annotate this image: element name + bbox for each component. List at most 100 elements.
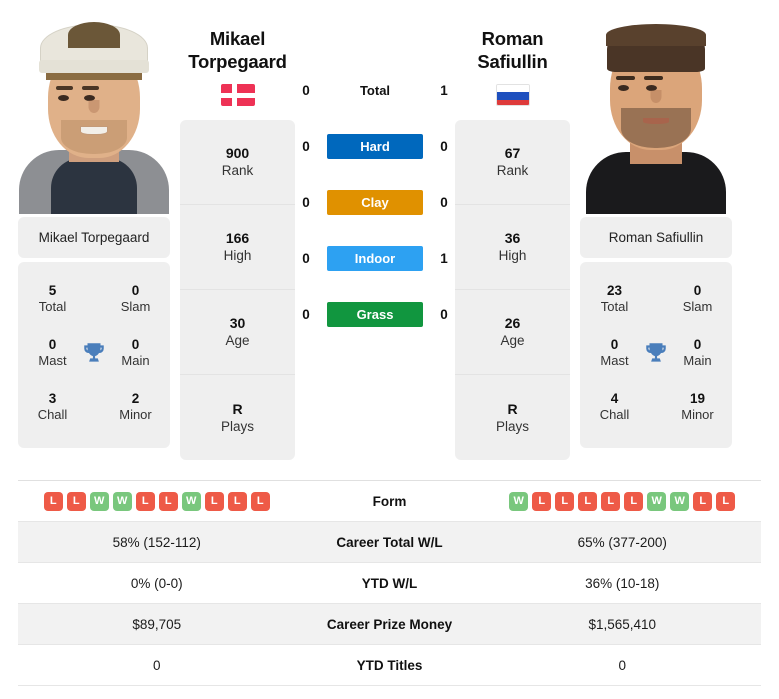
h2h-right-value: 1 xyxy=(440,250,448,266)
h2h-surface-label: Total xyxy=(359,82,391,98)
label: Main xyxy=(683,353,712,369)
h2h-left-value: 0 xyxy=(302,250,310,266)
h2h-surface-hard[interactable]: Hard xyxy=(327,133,423,159)
h2h-right-value: 0 xyxy=(440,194,448,210)
left-player-name-card[interactable]: Mikael Torpegaard xyxy=(18,217,170,258)
left-player-panel: Mikael Torpegaard 5 Total 0 Slam 0 Mast xyxy=(8,0,180,448)
right-rank-stat: 67 Rank xyxy=(455,120,570,206)
right-titles-total: 23 Total xyxy=(586,282,643,316)
form-badge-loss: L xyxy=(250,491,270,511)
form-badge-win: W xyxy=(509,491,529,511)
value: 26 xyxy=(504,315,521,332)
form-badge-win: W xyxy=(112,491,132,511)
label: Plays xyxy=(495,418,529,434)
h2h-row: 0 Grass 0 xyxy=(295,286,455,342)
value: 0 xyxy=(48,337,57,353)
label: Chall xyxy=(599,407,630,423)
row-label: YTD Titles xyxy=(356,657,423,673)
label: Rank xyxy=(496,163,529,179)
right-player-name-card[interactable]: Roman Safiullin xyxy=(580,217,732,258)
h2h-row: 0 Total 1 xyxy=(295,62,455,118)
head-to-head-bars: 0 Total 1 0 Hard 0 0 Clay 0 0 Indoor 1 0 xyxy=(295,0,455,342)
value: 36 xyxy=(504,230,521,247)
label: Rank xyxy=(221,163,254,179)
value: 900 xyxy=(225,145,250,162)
portrait-illustration xyxy=(18,0,170,214)
form-badge-win: W xyxy=(670,491,690,511)
left-value: 58% (152-112) xyxy=(112,534,201,550)
right-value: 36% (10-18) xyxy=(585,575,660,591)
left-last-name: Torpegaard xyxy=(188,50,287,72)
form-badge-win: W xyxy=(181,491,201,511)
value: R xyxy=(232,400,243,417)
label: Mast xyxy=(600,353,629,369)
form-badge-loss: L xyxy=(66,491,86,511)
right-titles-slam: 0 Slam xyxy=(669,282,726,316)
right-plays-stat: R Plays xyxy=(455,375,570,460)
left-titles-card: 5 Total 0 Slam 0 Mast 0 Main 3 Chall 2 M… xyxy=(18,262,170,448)
right-player-photo xyxy=(580,0,732,214)
left-stat-box: 900 Rank 166 High 30 Age R Plays xyxy=(180,120,295,461)
player-comparison-page: Mikael Torpegaard 5 Total 0 Slam 0 Mast xyxy=(0,0,779,699)
label: High xyxy=(498,248,527,264)
right-age-stat: 26 Age xyxy=(455,290,570,376)
label: Main xyxy=(121,353,150,369)
left-titles-total: 5 Total xyxy=(24,282,81,316)
h2h-right-value: 0 xyxy=(440,306,448,322)
value: 4 xyxy=(610,391,619,407)
left-form-strip: LLWWLLWLLL xyxy=(43,491,270,511)
denmark-flag-icon xyxy=(220,84,255,107)
label: High xyxy=(223,248,252,264)
left-plays-stat: R Plays xyxy=(180,375,295,460)
table-row: $89,705 Career Prize Money $1,565,410 xyxy=(18,604,761,645)
row-label: Career Prize Money xyxy=(326,616,453,632)
h2h-surface-clay[interactable]: Clay xyxy=(327,189,423,215)
left-titles-minor: 2 Minor xyxy=(107,390,164,424)
trophy-icon xyxy=(81,340,107,366)
value: 0 xyxy=(693,283,702,299)
right-last-name: Safiullin xyxy=(477,50,548,72)
h2h-surface-grass[interactable]: Grass xyxy=(327,301,423,327)
left-name-block: Mikael Torpegaard xyxy=(180,0,295,107)
value: 23 xyxy=(606,283,623,299)
right-titles-minor: 19 Minor xyxy=(669,390,726,424)
left-titles-main: 0 Main xyxy=(107,336,164,370)
left-stat-column: Mikael Torpegaard 900 Rank 166 High 30 A… xyxy=(180,0,295,461)
value: 0 xyxy=(610,337,619,353)
form-badge-loss: L xyxy=(135,491,155,511)
value: R xyxy=(507,400,518,417)
right-titles-card: 23 Total 0 Slam 0 Mast 0 Main 4 Chall 19… xyxy=(580,262,732,448)
label: Total xyxy=(38,299,67,315)
row-label: Career Total W/L xyxy=(336,534,443,550)
h2h-left-value: 0 xyxy=(302,306,310,322)
form-badge-loss: L xyxy=(716,491,736,511)
right-stat-box: 67 Rank 36 High 26 Age R Plays xyxy=(455,120,570,461)
label: Slam xyxy=(120,299,151,315)
form-badge-loss: L xyxy=(578,491,598,511)
left-player-name: Mikael Torpegaard xyxy=(38,230,150,245)
value: 67 xyxy=(504,145,521,162)
comparison-stats-table: LLWWLLWLLL Form WLLLLLWWLL 58% (152-112)… xyxy=(18,480,761,686)
table-row: 58% (152-112) Career Total W/L 65% (377-… xyxy=(18,522,761,563)
h2h-row: 0 Hard 0 xyxy=(295,118,455,174)
label: Chall xyxy=(37,407,68,423)
right-value: 0 xyxy=(618,657,626,673)
label: Minor xyxy=(681,407,714,423)
comparison-header: Mikael Torpegaard 5 Total 0 Slam 0 Mast xyxy=(0,0,779,472)
form-badge-loss: L xyxy=(43,491,63,511)
left-age-stat: 30 Age xyxy=(180,290,295,376)
form-badge-loss: L xyxy=(204,491,224,511)
portrait-illustration xyxy=(580,0,732,214)
table-row: 0% (0-0) YTD W/L 36% (10-18) xyxy=(18,563,761,604)
left-value: 0 xyxy=(152,657,161,673)
label: Age xyxy=(500,333,525,349)
trophy-icon xyxy=(643,340,669,366)
right-player-name: Roman Safiullin xyxy=(608,230,704,245)
value: 3 xyxy=(48,391,57,407)
right-titles-mast: 0 Mast xyxy=(586,336,643,370)
h2h-surface-indoor[interactable]: Indoor xyxy=(327,245,423,271)
right-form-cell: WLLLLLWWLL xyxy=(484,491,762,511)
label: Mast xyxy=(38,353,67,369)
table-row-form: LLWWLLWLLL Form WLLLLLWWLL xyxy=(18,481,761,522)
label: Age xyxy=(225,333,250,349)
